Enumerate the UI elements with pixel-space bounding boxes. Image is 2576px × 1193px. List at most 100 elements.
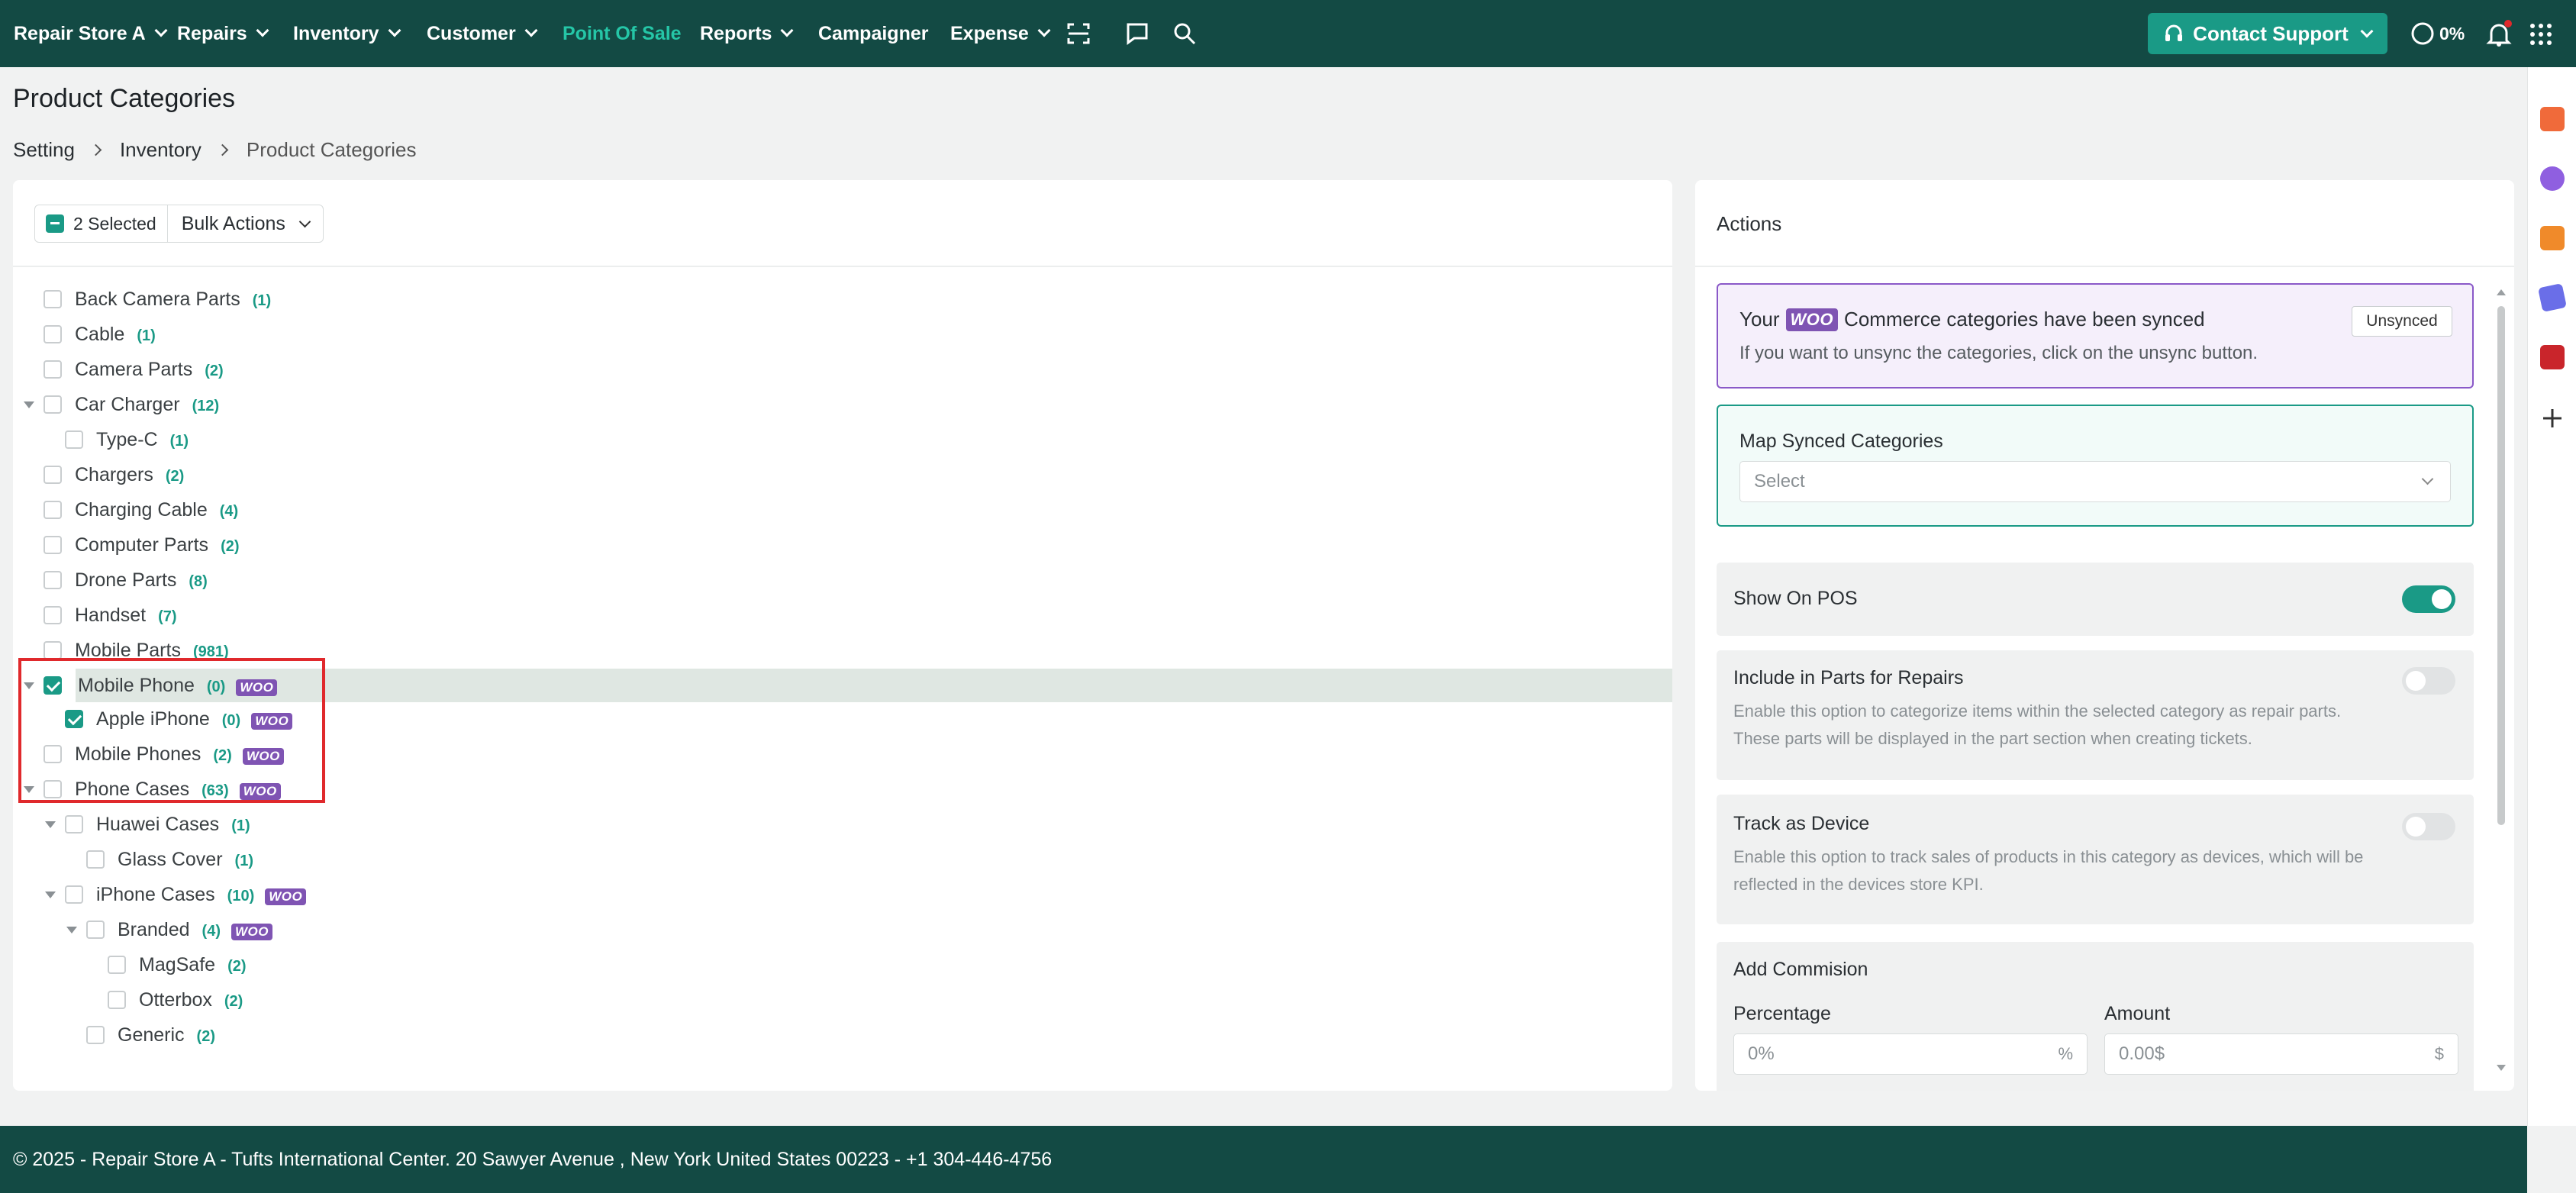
headset-icon [2165,24,2183,41]
progress-value: 0% [2439,23,2465,44]
add-icon[interactable] [2540,406,2565,434]
tree-row[interactable]: Car Charger (12) [13,388,1672,421]
row-checkbox[interactable] [86,1026,105,1044]
sticky-note-icon[interactable] [2540,226,2565,250]
tree-row[interactable]: Camera Parts (2) [13,353,1672,386]
contact-support-button[interactable]: Contact Support [2148,13,2387,54]
actions-scrollbar[interactable] [2496,283,2507,1077]
nav-reports[interactable]: Reports [700,0,794,67]
tree-row[interactable]: Charging Cable (4) [13,493,1672,527]
category-count: (1) [137,327,156,344]
page-title: Product Categories [13,84,236,113]
row-checkbox[interactable] [44,466,62,484]
progress-indicator[interactable]: 0% [2410,21,2465,46]
scroll-thumb[interactable] [2497,306,2505,825]
row-checkbox[interactable] [65,815,83,833]
expand-caret-icon[interactable] [66,927,77,933]
row-checkbox[interactable] [44,325,62,343]
chat-bubble-icon[interactable] [2540,166,2565,191]
row-checkbox[interactable] [44,606,62,624]
footer-text: © 2025 - Repair Store A - Tufts Internat… [13,1148,1053,1170]
chat-icon[interactable] [1122,18,1153,49]
tree-row[interactable]: MagSafe (2) [13,948,1672,982]
tree-row[interactable]: Type-C (1) [13,423,1672,456]
row-checkbox[interactable] [44,571,62,589]
card-reader-icon[interactable] [2540,345,2565,369]
category-name: Back Camera Parts [75,288,240,310]
selection-count[interactable]: 2 Selected [35,205,168,242]
store-switcher[interactable]: Repair Store A [14,0,168,67]
percentage-input[interactable]: 0% % [1733,1033,2088,1075]
woo-badge: WOO [265,888,307,905]
show-on-pos-toggle[interactable] [2402,585,2455,613]
tree-row[interactable]: Huawei Cases (1) [13,808,1672,841]
row-checkbox[interactable] [108,991,126,1009]
category-name: Branded [118,918,190,940]
category-label: Cable (1) [75,324,156,346]
tree-row[interactable]: Handset (7) [13,598,1672,632]
category-count: (1) [252,292,272,309]
row-checkbox[interactable] [86,850,105,869]
expand-caret-icon[interactable] [45,892,56,898]
indeterminate-checkbox[interactable] [46,214,64,233]
amount-input[interactable]: 0.00$ $ [2104,1033,2458,1075]
scroll-down-icon[interactable] [2497,1065,2506,1071]
nav-label: Reports [700,22,772,44]
row-checkbox[interactable] [44,536,62,554]
tree-row[interactable]: Chargers (2) [13,458,1672,492]
row-checkbox[interactable] [108,956,126,974]
nav-repairs[interactable]: Repairs [177,0,269,67]
actions-panel: Actions Your WOO Commerce categories hav… [1695,180,2514,1091]
gift-icon[interactable] [2540,107,2565,131]
track-device-toggle[interactable] [2402,813,2455,840]
tree-row[interactable]: Cable (1) [13,318,1672,351]
tree-row[interactable]: Glass Cover (1) [13,843,1672,876]
search-icon[interactable] [1169,18,1200,49]
cards-icon[interactable] [2538,283,2567,312]
scroll-up-icon[interactable] [2497,289,2506,295]
nav-customer[interactable]: Customer [427,0,538,67]
percent-suffix: % [2058,1044,2073,1063]
map-categories-select[interactable]: Select [1739,461,2451,502]
tree-row[interactable]: Computer Parts (2) [13,528,1672,562]
unsync-button[interactable]: Unsynced [2352,306,2452,337]
amount-placeholder: 0.00$ [2119,1043,2165,1064]
toggle-knob [2432,589,2452,609]
category-label: iPhone Cases (10) WOO [96,884,307,906]
progress-circle-icon [2411,22,2434,45]
nav-campaigner[interactable]: Campaigner [818,0,928,67]
tree-row[interactable]: Back Camera Parts (1) [13,282,1672,316]
apps-grid-icon[interactable] [2529,23,2552,50]
tree-row[interactable]: Branded (4) WOO [13,913,1672,946]
row-checkbox[interactable] [65,430,83,449]
scan-icon[interactable] [1063,18,1094,49]
row-checkbox[interactable] [44,360,62,379]
row-checkbox[interactable] [44,395,62,414]
nav-point-of-sale[interactable]: Point Of Sale [563,0,682,67]
tree-row[interactable]: Generic (2) [13,1018,1672,1052]
row-checkbox[interactable] [44,641,62,659]
breadcrumb-setting[interactable]: Setting [13,138,75,162]
category-name: Type-C [96,428,158,450]
row-checkbox[interactable] [44,290,62,308]
nav-inventory[interactable]: Inventory [293,0,401,67]
category-name: Glass Cover [118,848,223,870]
breadcrumb-inventory[interactable]: Inventory [120,138,202,162]
row-checkbox[interactable] [44,501,62,519]
bulk-toolbar: 2 Selected Bulk Actions [34,205,324,243]
row-checkbox[interactable] [86,921,105,939]
bell-icon[interactable] [2485,20,2513,51]
expand-caret-icon[interactable] [45,821,56,828]
expand-caret-icon[interactable] [24,401,34,408]
nav-expense[interactable]: Expense [950,0,1051,67]
chevron-down-icon [154,24,168,37]
tree-row[interactable]: Drone Parts (8) [13,563,1672,597]
include-parts-toggle[interactable] [2402,667,2455,695]
tree-row[interactable]: iPhone Cases (10) WOO [13,878,1672,911]
category-label: Charging Cable (4) [75,499,238,521]
category-label: Car Charger (12) [75,394,219,416]
row-checkbox[interactable] [65,885,83,904]
include-parts-card: Include in Parts for Repairs Enable this… [1717,650,2474,780]
bulk-actions-dropdown[interactable]: Bulk Actions [168,205,323,242]
tree-row[interactable]: Otterbox (2) [13,983,1672,1017]
